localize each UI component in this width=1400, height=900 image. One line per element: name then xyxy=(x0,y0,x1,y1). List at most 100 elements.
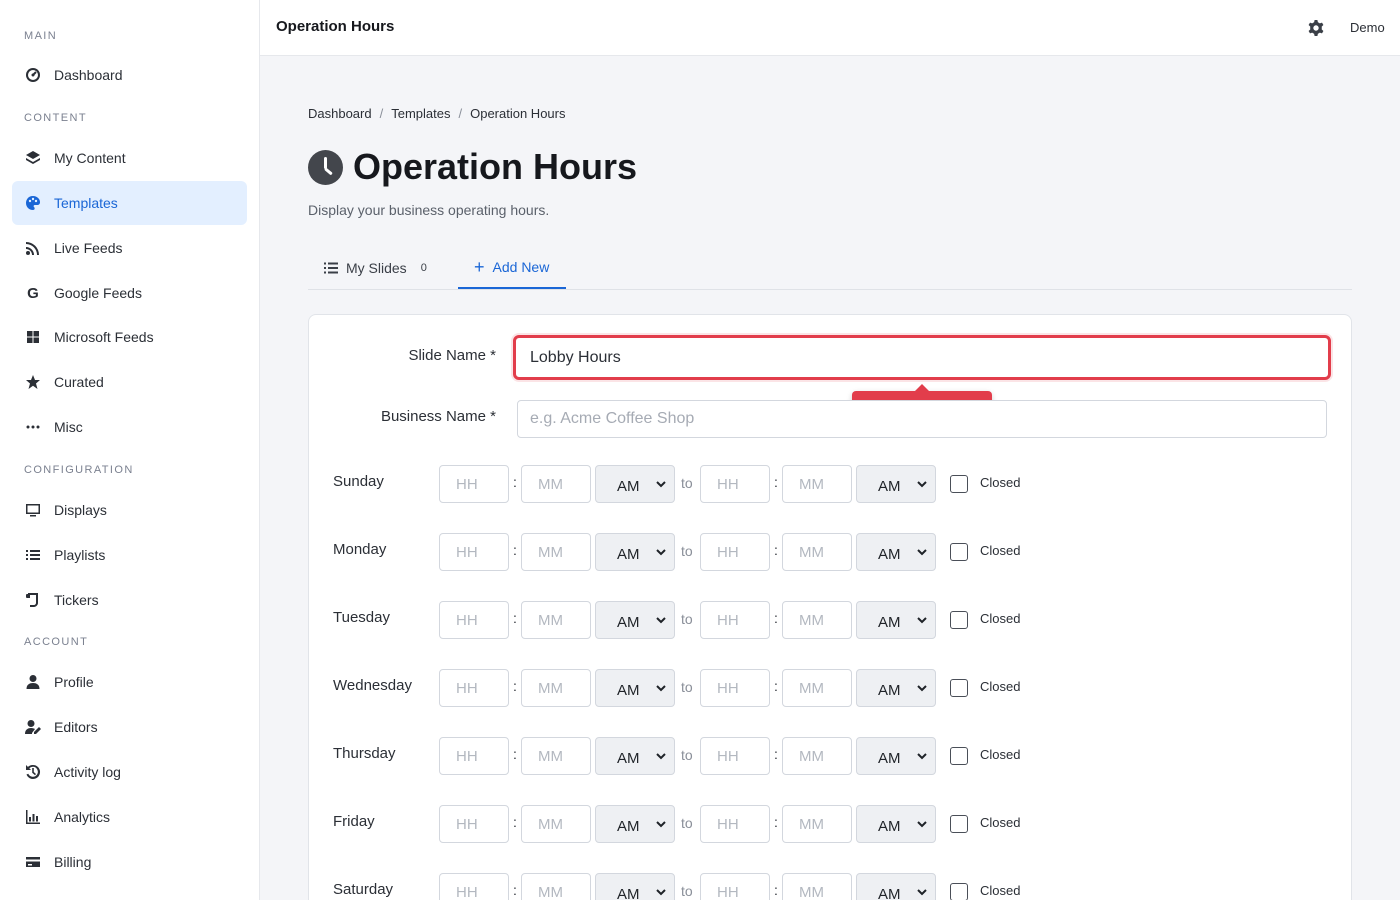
sidebar-item-billing[interactable]: Billing xyxy=(12,840,247,884)
sidebar-item-analytics[interactable]: Analytics xyxy=(12,795,247,839)
close-minute-input[interactable] xyxy=(782,805,852,843)
business-name-input[interactable] xyxy=(517,400,1327,438)
closed-label: Closed xyxy=(980,747,1021,762)
day-row-saturday: Saturday: AM to: AM Closed xyxy=(333,873,1053,900)
tab-add-new[interactable]: + Add New xyxy=(458,246,566,289)
close-minute-input[interactable] xyxy=(782,533,852,571)
open-hour-input[interactable] xyxy=(439,805,509,843)
close-ampm-select[interactable]: AM xyxy=(856,601,936,639)
open-hour-input[interactable] xyxy=(439,533,509,571)
day-label: Monday xyxy=(333,541,387,558)
slide-name-label: Slide Name * xyxy=(408,347,496,364)
open-minute-input[interactable] xyxy=(521,873,591,900)
sidebar-item-dashboard[interactable]: Dashboard xyxy=(12,53,247,97)
tab-my-slides[interactable]: My Slides 0 xyxy=(324,246,427,289)
open-ampm-select[interactable]: AM xyxy=(595,873,675,900)
close-ampm-select[interactable]: AM xyxy=(856,465,936,503)
slide-name-input[interactable] xyxy=(513,335,1331,380)
time-colon: : xyxy=(513,882,517,898)
close-minute-input[interactable] xyxy=(782,737,852,775)
open-ampm-select[interactable]: AM xyxy=(595,533,675,571)
sidebar-item-label: Google Feeds xyxy=(54,285,142,301)
close-hour-input[interactable] xyxy=(700,669,770,707)
sidebar-item-activity-log[interactable]: Activity log xyxy=(12,750,247,794)
ampm-value: AM xyxy=(878,885,901,900)
closed-checkbox[interactable] xyxy=(950,815,968,833)
slides-count-badge: 0 xyxy=(420,261,427,274)
open-hour-input[interactable] xyxy=(439,737,509,775)
open-ampm-select[interactable]: AM xyxy=(595,669,675,707)
closed-checkbox[interactable] xyxy=(950,611,968,629)
open-ampm-select[interactable]: AM xyxy=(595,805,675,843)
close-ampm-select[interactable]: AM xyxy=(856,669,936,707)
close-ampm-select[interactable]: AM xyxy=(856,737,936,775)
close-minute-input[interactable] xyxy=(782,669,852,707)
history-icon xyxy=(24,763,42,781)
sidebar-item-google-feeds[interactable]: G Google Feeds xyxy=(12,271,247,315)
open-minute-input[interactable] xyxy=(521,533,591,571)
close-hour-input[interactable] xyxy=(700,601,770,639)
open-ampm-select[interactable]: AM xyxy=(595,737,675,775)
close-minute-input[interactable] xyxy=(782,465,852,503)
time-colon: : xyxy=(513,678,517,694)
sidebar-item-label: Tickers xyxy=(54,592,99,608)
open-minute-input[interactable] xyxy=(521,737,591,775)
breadcrumb-dashboard[interactable]: Dashboard xyxy=(308,106,372,121)
closed-checkbox[interactable] xyxy=(950,679,968,697)
tabs: My Slides 0 + Add New xyxy=(308,246,1352,290)
sidebar-item-live-feeds[interactable]: Live Feeds xyxy=(12,226,247,270)
breadcrumb-templates[interactable]: Templates xyxy=(391,106,450,121)
day-label: Wednesday xyxy=(333,677,412,694)
day-label: Friday xyxy=(333,813,375,830)
sidebar-item-microsoft-feeds[interactable]: Microsoft Feeds xyxy=(12,315,247,359)
sidebar-item-curated[interactable]: Curated xyxy=(12,360,247,404)
day-row-thursday: Thursday: AM to: AM Closed xyxy=(333,737,1053,777)
open-hour-input[interactable] xyxy=(439,465,509,503)
close-minute-input[interactable] xyxy=(782,873,852,900)
open-minute-input[interactable] xyxy=(521,601,591,639)
close-ampm-select[interactable]: AM xyxy=(856,873,936,900)
ampm-value: AM xyxy=(878,817,901,835)
close-ampm-select[interactable]: AM xyxy=(856,805,936,843)
sidebar-item-displays[interactable]: Displays xyxy=(12,488,247,532)
open-hour-input[interactable] xyxy=(439,873,509,900)
ampm-value: AM xyxy=(878,749,901,767)
closed-checkbox[interactable] xyxy=(950,883,968,900)
close-hour-input[interactable] xyxy=(700,873,770,900)
sidebar-item-tickers[interactable]: Tickers xyxy=(12,578,247,622)
close-hour-input[interactable] xyxy=(700,805,770,843)
sidebar-item-my-content[interactable]: My Content xyxy=(12,136,247,180)
open-hour-input[interactable] xyxy=(439,669,509,707)
ampm-value: AM xyxy=(617,885,640,900)
closed-label: Closed xyxy=(980,611,1021,626)
business-name-label: Business Name * xyxy=(380,408,496,425)
chevron-down-icon xyxy=(917,889,927,896)
close-hour-input[interactable] xyxy=(700,533,770,571)
ampm-value: AM xyxy=(878,681,901,699)
open-minute-input[interactable] xyxy=(521,669,591,707)
open-ampm-select[interactable]: AM xyxy=(595,465,675,503)
sidebar-item-misc[interactable]: Misc xyxy=(12,405,247,449)
closed-checkbox[interactable] xyxy=(950,475,968,493)
user-icon xyxy=(24,673,42,691)
closed-checkbox[interactable] xyxy=(950,543,968,561)
open-minute-input[interactable] xyxy=(521,805,591,843)
sidebar-item-profile[interactable]: Profile xyxy=(12,660,247,704)
sidebar-item-playlists[interactable]: Playlists xyxy=(12,533,247,577)
open-minute-input[interactable] xyxy=(521,465,591,503)
sidebar-item-editors[interactable]: Editors xyxy=(12,705,247,749)
close-hour-input[interactable] xyxy=(700,465,770,503)
sidebar-item-templates[interactable]: Templates xyxy=(12,181,247,225)
page-title: Operation Hours xyxy=(353,146,638,187)
close-hour-input[interactable] xyxy=(700,737,770,775)
close-minute-input[interactable] xyxy=(782,601,852,639)
gear-icon[interactable] xyxy=(1306,18,1326,38)
closed-checkbox[interactable] xyxy=(950,747,968,765)
sidebar-section-configuration: CONFIGURATION xyxy=(24,464,134,476)
user-menu[interactable]: Demo xyxy=(1350,20,1385,35)
ampm-value: AM xyxy=(878,545,901,563)
ampm-value: AM xyxy=(617,613,640,631)
close-ampm-select[interactable]: AM xyxy=(856,533,936,571)
open-ampm-select[interactable]: AM xyxy=(595,601,675,639)
open-hour-input[interactable] xyxy=(439,601,509,639)
